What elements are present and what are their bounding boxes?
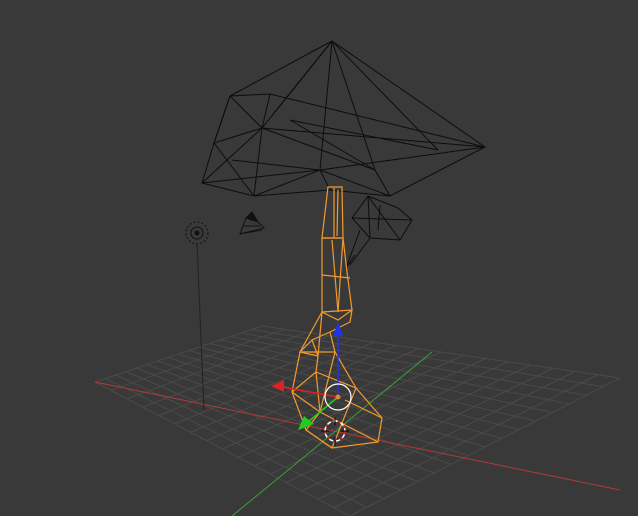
grid-line [333,374,598,509]
trunk-mesh[interactable] [291,186,383,449]
camera-icon[interactable] [239,211,265,235]
floor-grid [94,325,621,516]
3d-viewport[interactable] [0,0,638,516]
lamp-icon[interactable] [185,221,209,245]
grid-line [349,377,621,516]
z-axis-arrow-icon [333,322,343,336]
grid-line [220,339,553,413]
